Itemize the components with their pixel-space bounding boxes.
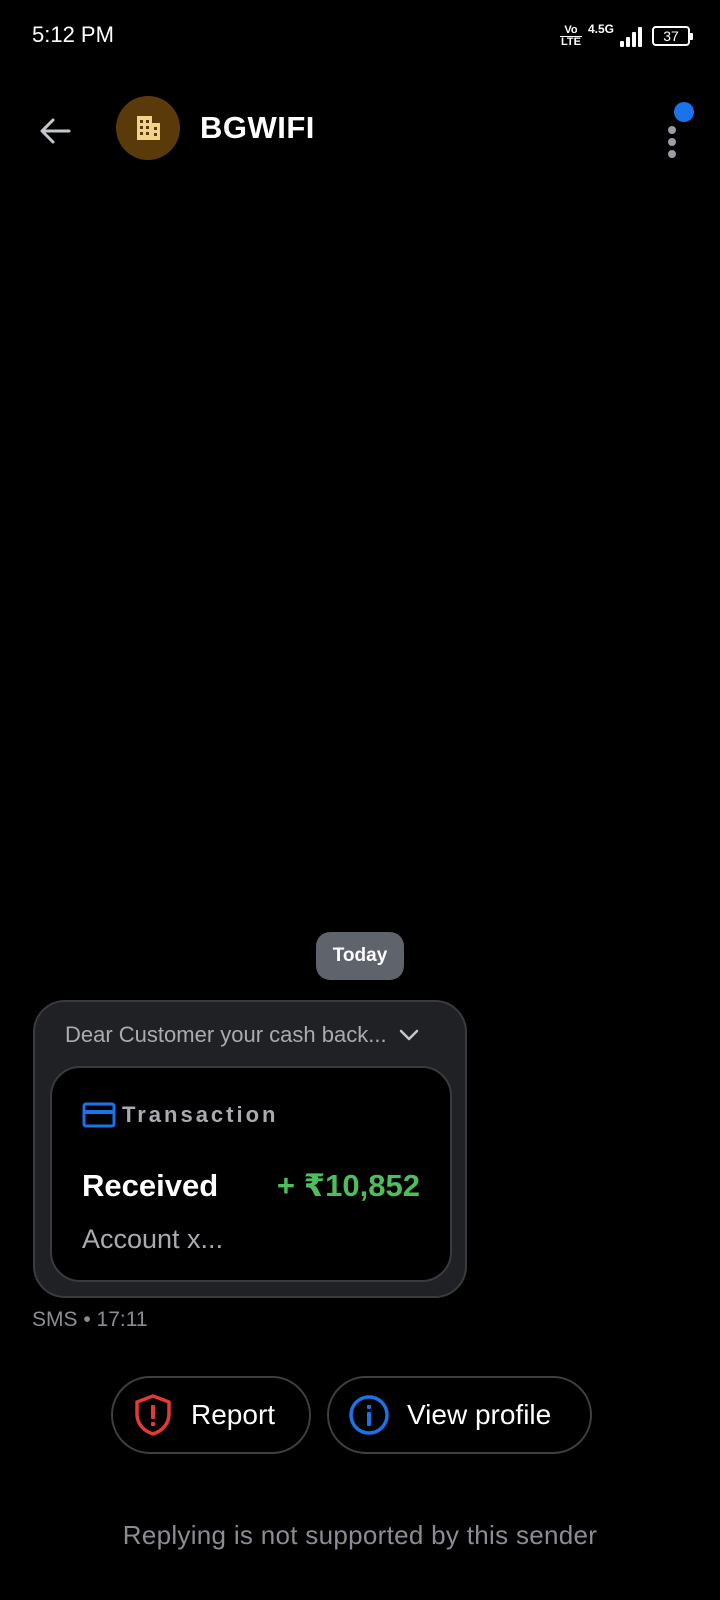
avatar[interactable] [116, 96, 180, 160]
network-type: 4.5G [587, 22, 614, 36]
sender-name: BGWIFI [200, 110, 315, 145]
reply-disabled-note: Replying is not supported by this sender [122, 1520, 598, 1550]
message-preview: Dear Customer your cash back... [65, 1022, 387, 1047]
chevron-down-icon[interactable] [395, 1021, 423, 1049]
transaction-status: Received [82, 1168, 219, 1203]
transaction-card[interactable]: Transaction Received + ₹10,852 Account x… [50, 1066, 452, 1282]
status-bar: 5:12 PM Vo LTE 4.5G 37 [0, 0, 720, 72]
report-label: Report [191, 1399, 276, 1430]
view-profile-button[interactable]: View profile [327, 1376, 592, 1454]
transaction-label: Transaction [122, 1102, 279, 1127]
status-time: 5:12 PM [32, 22, 114, 47]
building-icon [137, 116, 160, 140]
back-button[interactable] [30, 106, 80, 156]
message-bubble[interactable]: Dear Customer your cash back... Transact… [33, 1000, 467, 1298]
volte-icon: Vo LTE [559, 23, 582, 48]
notification-dot [674, 102, 694, 122]
report-button[interactable]: Report [111, 1376, 311, 1454]
conversation-header: BGWIFI [0, 84, 720, 174]
status-icons: Vo LTE 4.5G 37 [559, 22, 693, 50]
credit-card-icon [82, 1102, 116, 1128]
transaction-header: Transaction [82, 1102, 278, 1128]
more-vertical-icon [668, 126, 676, 134]
message-preview-row[interactable]: Dear Customer your cash back... [65, 1020, 441, 1050]
shield-alert-icon [131, 1393, 175, 1437]
arrow-left-icon [40, 118, 71, 144]
view-profile-label: View profile [407, 1399, 552, 1430]
signal-icon [620, 25, 642, 47]
transaction-amount: + ₹10,852 [276, 1168, 420, 1203]
info-circle-icon [347, 1393, 391, 1437]
transaction-account: Account x... [82, 1224, 224, 1254]
battery-icon: 37 [652, 26, 693, 46]
message-meta: SMS • 17:11 [32, 1308, 148, 1331]
date-chip: Today [316, 932, 404, 980]
more-options-button[interactable] [654, 100, 694, 160]
